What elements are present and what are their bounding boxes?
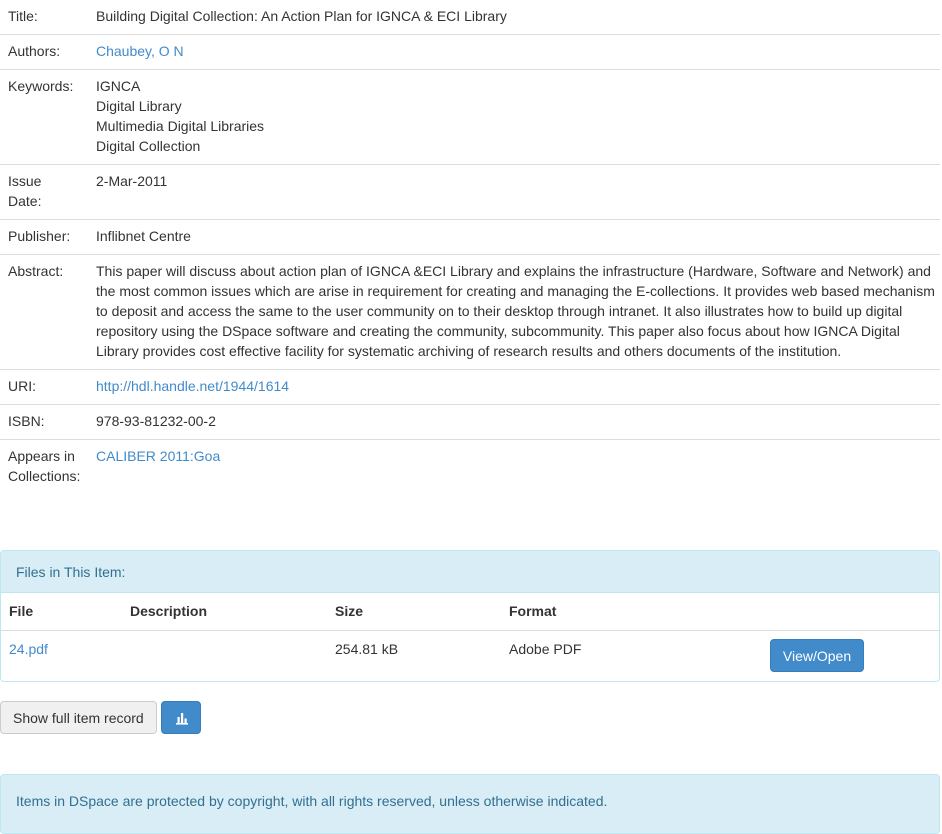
- issue-date-label-line1: Issue: [8, 173, 42, 189]
- show-full-record-button[interactable]: Show full item record: [0, 701, 157, 734]
- title-value: Building Digital Collection: An Action P…: [96, 8, 507, 24]
- keyword-item: Digital Library: [96, 98, 182, 114]
- file-description: [122, 630, 327, 681]
- collections-label-line2: Collections:: [8, 468, 81, 484]
- collections-label-line1: Appears in: [8, 448, 75, 464]
- collection-link[interactable]: CALIBER 2011:Goa: [96, 448, 220, 464]
- keywords-label: Keywords:: [0, 69, 88, 165]
- file-format: Adobe PDF: [509, 640, 582, 657]
- metadata-row-keywords: Keywords: IGNCA Digital Library Multimed…: [0, 69, 940, 165]
- metadata-row-abstract: Abstract: This paper will discuss about …: [0, 254, 940, 370]
- publisher-label: Publisher:: [0, 219, 88, 255]
- column-header-action: [762, 593, 939, 631]
- column-header-file: File: [1, 593, 122, 631]
- authors-label: Authors:: [0, 34, 88, 70]
- files-panel: Files in This Item: File Description Siz…: [0, 550, 940, 682]
- column-header-description: Description: [122, 593, 327, 631]
- publisher-value: Inflibnet Centre: [88, 219, 940, 255]
- metadata-row-issue-date: Issue Date: 2-Mar-2011: [0, 164, 940, 220]
- copyright-notice: Items in DSpace are protected by copyrig…: [0, 774, 940, 834]
- files-table-header: File Description Size Format: [1, 593, 939, 631]
- item-metadata-table: Title: Building Digital Collection: An A…: [0, 0, 940, 494]
- files-table: File Description Size Format 24.pdf 254.…: [1, 593, 939, 681]
- title-label: Title:: [8, 8, 38, 24]
- keyword-item: Digital Collection: [96, 138, 201, 154]
- metadata-row-authors: Authors: Chaubey, O N: [0, 34, 940, 70]
- metadata-row-publisher: Publisher: Inflibnet Centre: [0, 219, 940, 255]
- issue-date-label-line2: Date:: [8, 193, 42, 209]
- statistics-button[interactable]: [161, 701, 201, 734]
- bar-chart-icon: [176, 713, 188, 725]
- metadata-row-title: Title: Building Digital Collection: An A…: [0, 0, 940, 35]
- table-row: 24.pdf 254.81 kB Adobe PDF View/Open: [1, 630, 939, 681]
- collections-label: Appears in Collections:: [0, 439, 88, 494]
- metadata-row-uri: URI: http://hdl.handle.net/1944/1614: [0, 369, 940, 405]
- issue-date-value: 2-Mar-2011: [88, 164, 940, 220]
- uri-label: URI:: [0, 369, 88, 405]
- view-open-button[interactable]: View/Open: [770, 638, 864, 672]
- keyword-item: Multimedia Digital Libraries: [96, 118, 265, 134]
- isbn-value: 978-93-81232-00-2: [88, 404, 940, 440]
- keyword-item: IGNCA: [96, 78, 141, 94]
- metadata-row-isbn: ISBN: 978-93-81232-00-2: [0, 404, 940, 440]
- isbn-label: ISBN:: [0, 404, 88, 440]
- uri-link[interactable]: http://hdl.handle.net/1944/1614: [96, 378, 289, 394]
- metadata-row-collections: Appears in Collections: CALIBER 2011:Goa: [0, 439, 940, 494]
- abstract-label: Abstract:: [0, 254, 88, 370]
- abstract-value: This paper will discuss about action pla…: [88, 254, 940, 370]
- author-link[interactable]: Chaubey, O N: [96, 43, 184, 59]
- file-link[interactable]: 24.pdf: [9, 641, 48, 657]
- column-header-format: Format: [501, 593, 762, 631]
- file-size: 254.81 kB: [335, 640, 399, 657]
- column-header-size: Size: [327, 593, 501, 631]
- issue-date-label: Issue Date:: [0, 164, 88, 220]
- files-panel-heading: Files in This Item:: [1, 551, 939, 593]
